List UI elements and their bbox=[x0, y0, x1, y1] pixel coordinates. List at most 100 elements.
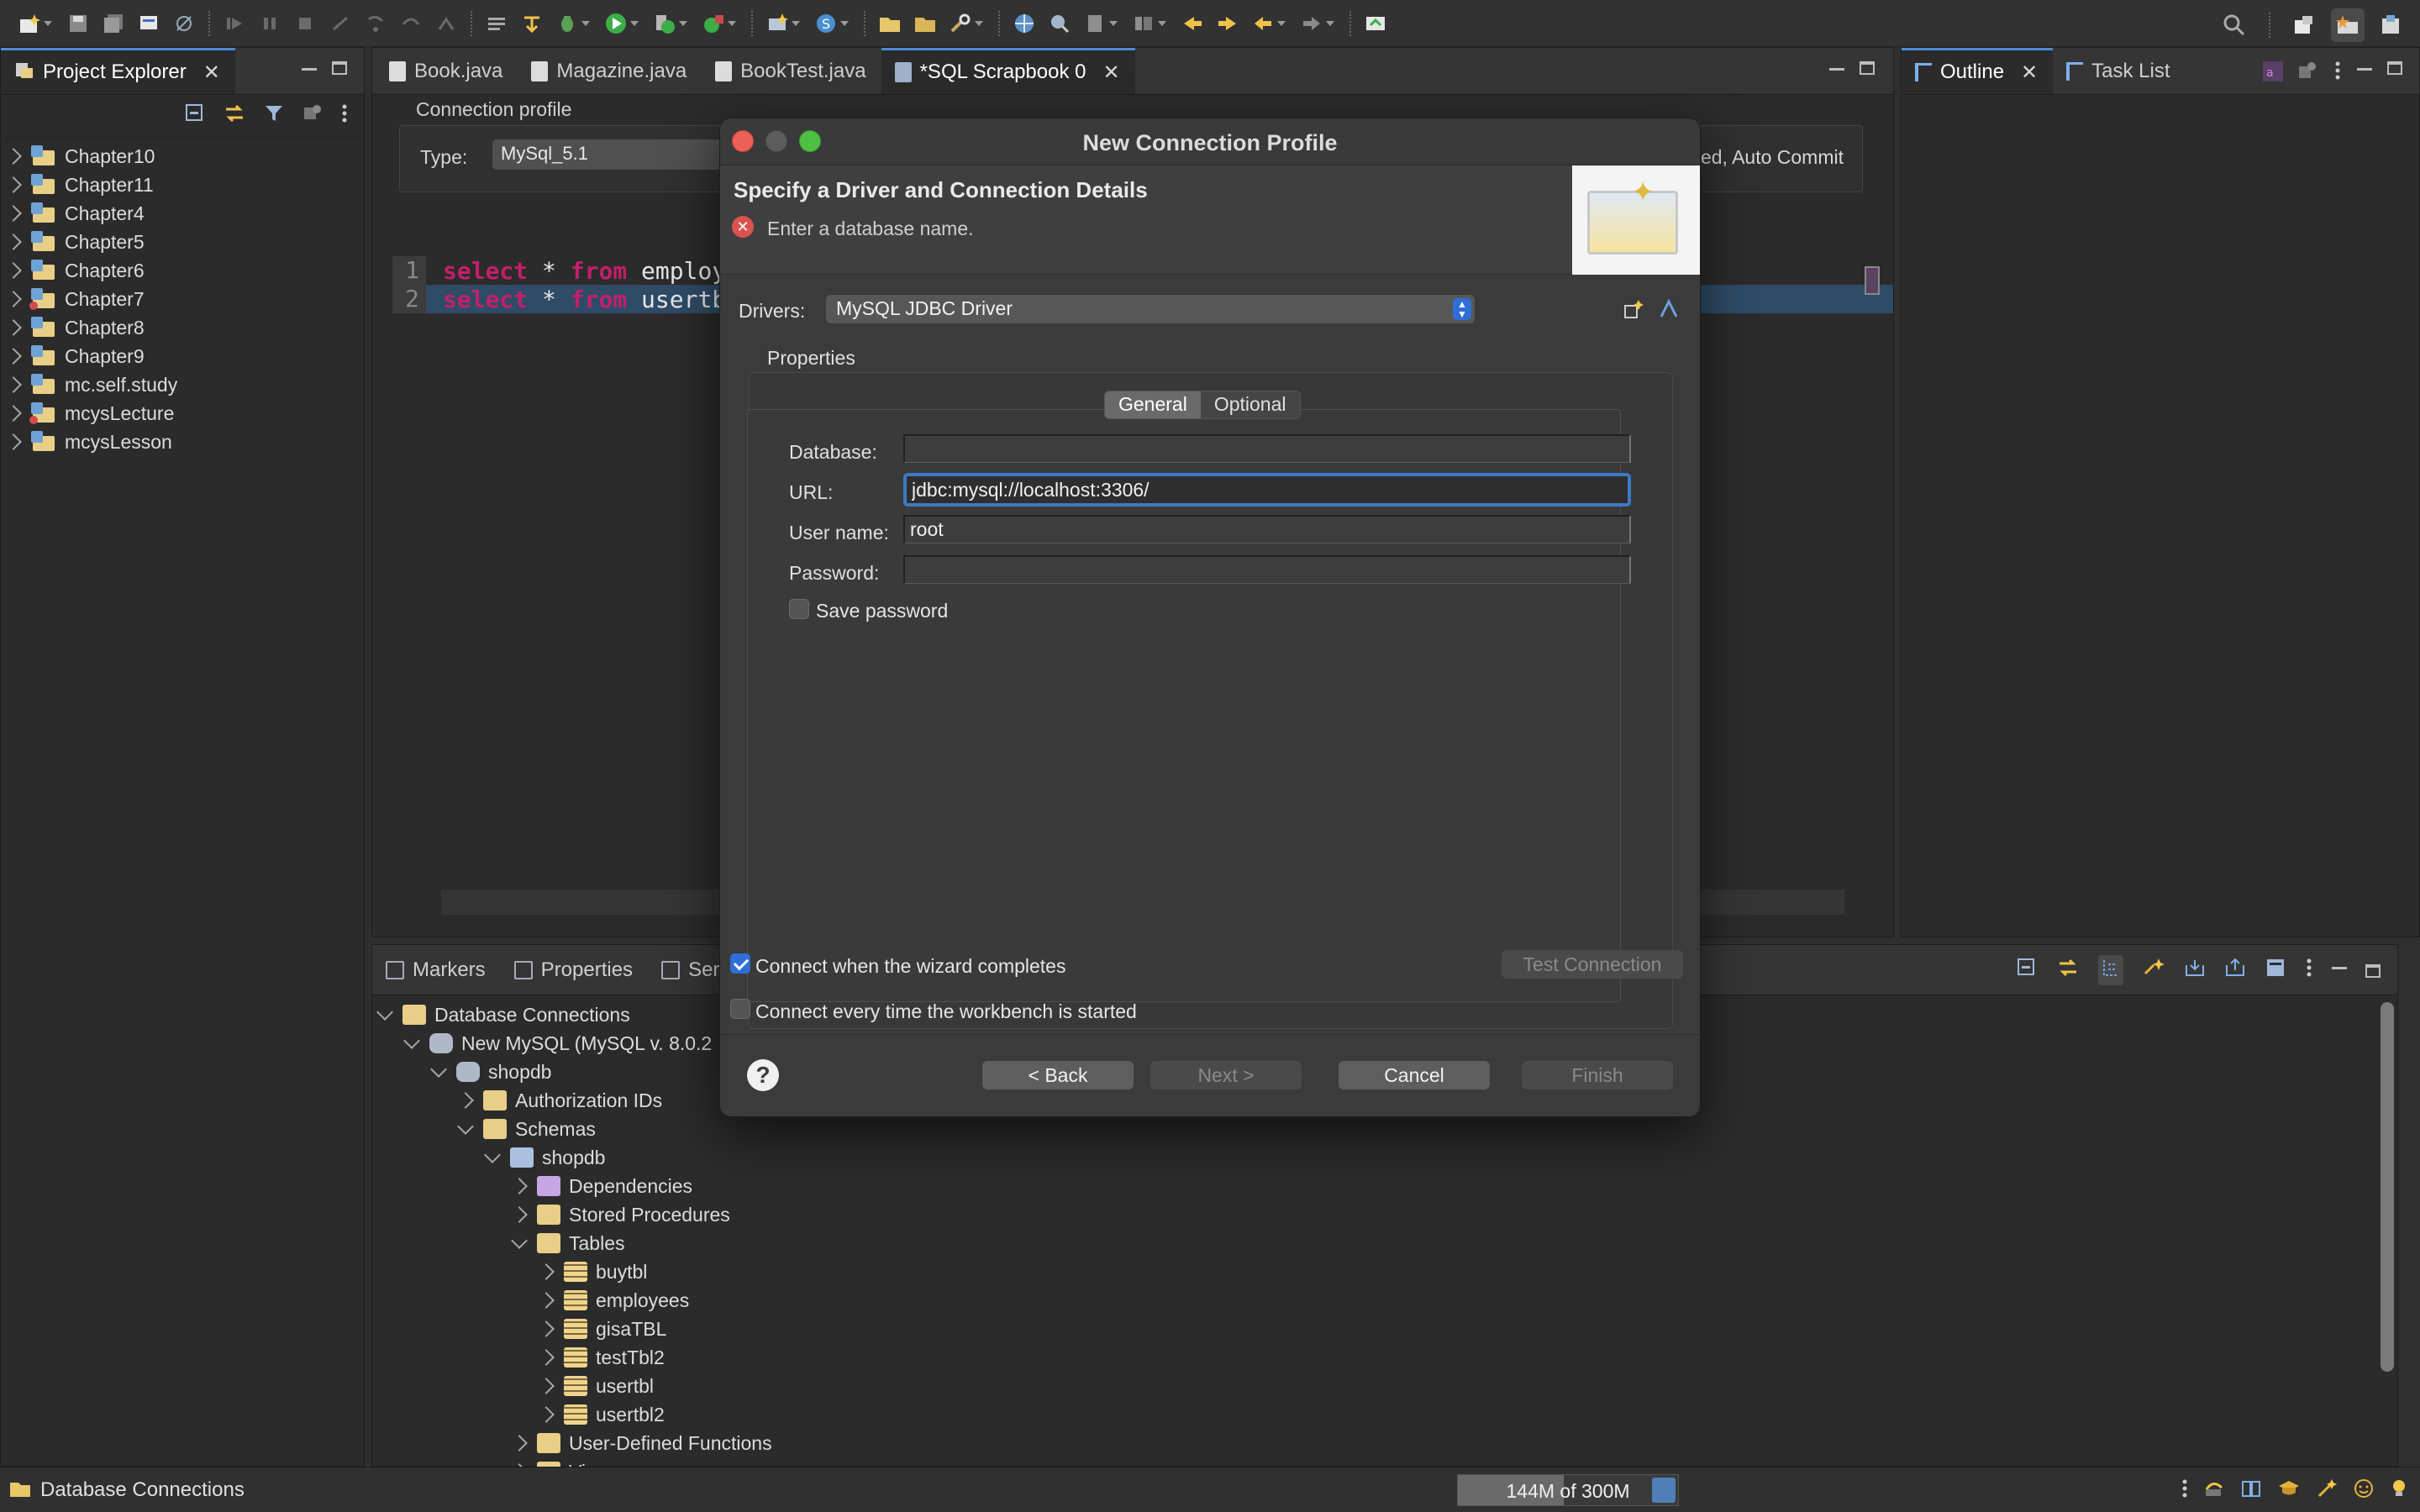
annotation-icon[interactable] bbox=[1131, 11, 1156, 36]
tree-node[interactable]: usertbl bbox=[372, 1372, 2372, 1400]
tree-node[interactable]: buytbl bbox=[372, 1257, 2372, 1286]
chevron-right-icon[interactable] bbox=[538, 1406, 555, 1423]
chevron-right-icon[interactable] bbox=[5, 148, 22, 165]
edit-driver-icon[interactable] bbox=[1658, 298, 1680, 320]
url-field[interactable] bbox=[903, 473, 1631, 507]
filter-icon[interactable] bbox=[263, 102, 285, 129]
java-perspective-icon[interactable] bbox=[2375, 8, 2408, 42]
open-console-icon[interactable] bbox=[136, 11, 161, 36]
focus-icon[interactable] bbox=[302, 102, 324, 129]
chevron-right-icon[interactable] bbox=[5, 262, 22, 279]
skip-breakpoints-icon[interactable] bbox=[171, 11, 197, 36]
columns-icon[interactable] bbox=[2265, 957, 2286, 984]
tree-node[interactable]: testTbl2 bbox=[372, 1343, 2372, 1372]
outline-menu-icon[interactable] bbox=[2333, 60, 2342, 88]
new-dropdown[interactable] bbox=[44, 20, 52, 26]
database-field[interactable] bbox=[903, 434, 1631, 463]
connect-on-startup-checkbox[interactable] bbox=[730, 999, 750, 1019]
project-item[interactable]: Chapter10 bbox=[1, 142, 364, 171]
back-button[interactable]: < Back bbox=[982, 1061, 1134, 1089]
prev-annotation-icon[interactable] bbox=[1180, 11, 1205, 36]
bottom-tab[interactable]: Properties bbox=[501, 945, 648, 995]
project-item[interactable]: mcysLecture bbox=[1, 399, 364, 428]
next-button[interactable]: Next > bbox=[1150, 1061, 1302, 1089]
run-icon[interactable] bbox=[603, 11, 629, 36]
tutorial-icon[interactable] bbox=[2277, 1478, 2301, 1504]
tab-project-explorer[interactable]: Project Explorer ✕ bbox=[1, 48, 235, 94]
project-item[interactable]: Chapter9 bbox=[1, 342, 364, 370]
external-tools-dropdown[interactable] bbox=[728, 20, 736, 26]
close-icon[interactable]: ✕ bbox=[2021, 60, 2038, 85]
tip-icon[interactable] bbox=[2390, 1478, 2408, 1504]
project-item[interactable]: Chapter8 bbox=[1, 313, 364, 342]
maximize-icon[interactable] bbox=[1860, 61, 1875, 75]
flat-layout-icon[interactable] bbox=[2098, 955, 2123, 985]
disconnect-icon[interactable] bbox=[328, 11, 353, 36]
new-server-dropdown[interactable] bbox=[792, 20, 800, 26]
chevron-right-icon[interactable] bbox=[5, 319, 22, 336]
chevron-right-icon[interactable] bbox=[5, 348, 22, 365]
tree-node[interactable]: Tables bbox=[372, 1229, 2372, 1257]
tab-optional[interactable]: Optional bbox=[1200, 391, 1300, 418]
test-connection-button[interactable]: Test Connection bbox=[1502, 950, 1683, 979]
debug-icon[interactable] bbox=[555, 11, 580, 36]
connect-on-finish-checkbox[interactable] bbox=[730, 953, 750, 974]
new-server-icon[interactable] bbox=[765, 11, 790, 36]
web-service-dropdown[interactable] bbox=[840, 20, 849, 26]
chevron-right-icon[interactable] bbox=[511, 1206, 528, 1223]
drivers-select[interactable]: MySQL JDBC Driver ▲ ▼ bbox=[826, 295, 1475, 323]
close-icon[interactable]: ✕ bbox=[1103, 60, 1120, 85]
tree-node[interactable]: gisaTBL bbox=[372, 1315, 2372, 1343]
cancel-button[interactable]: Cancel bbox=[1339, 1061, 1490, 1089]
chevron-right-icon[interactable] bbox=[5, 405, 22, 422]
editor-tab[interactable]: *SQL Scrapbook 0 ✕ bbox=[881, 48, 1135, 94]
resume-icon[interactable] bbox=[222, 11, 247, 36]
search-tool-icon[interactable] bbox=[948, 11, 973, 36]
back-dropdown[interactable] bbox=[1277, 20, 1286, 26]
editor-tab[interactable]: Book.java bbox=[376, 48, 518, 94]
project-item[interactable]: Chapter6 bbox=[1, 256, 364, 285]
toggle-breadcrumb-icon[interactable] bbox=[484, 11, 509, 36]
chevron-right-icon[interactable] bbox=[538, 1292, 555, 1309]
chevron-right-icon[interactable] bbox=[5, 291, 22, 307]
run-dropdown[interactable] bbox=[630, 20, 639, 26]
chevron-right-icon[interactable] bbox=[457, 1092, 474, 1109]
chevron-right-icon[interactable] bbox=[538, 1320, 555, 1337]
vertical-scrollbar[interactable] bbox=[2381, 1002, 2394, 1372]
web-browser-icon[interactable] bbox=[1012, 11, 1037, 36]
maximize-icon[interactable] bbox=[2365, 964, 2381, 978]
new-connection-icon[interactable] bbox=[2142, 957, 2165, 984]
search-dropdown[interactable] bbox=[975, 20, 983, 26]
chevron-down-icon[interactable] bbox=[511, 1232, 528, 1249]
chevron-down-icon[interactable] bbox=[430, 1061, 447, 1078]
open-folder-icon[interactable] bbox=[877, 11, 902, 36]
save-password-checkbox[interactable] bbox=[789, 599, 809, 619]
open-task-icon[interactable] bbox=[1363, 11, 1388, 36]
chevron-right-icon[interactable] bbox=[5, 234, 22, 250]
step-over-icon[interactable] bbox=[398, 11, 424, 36]
help-icon[interactable]: ? bbox=[747, 1059, 779, 1091]
export-icon[interactable] bbox=[2224, 957, 2246, 984]
coverage-icon[interactable] bbox=[652, 11, 677, 36]
last-edit-icon[interactable] bbox=[1082, 11, 1107, 36]
chevron-right-icon[interactable] bbox=[5, 376, 22, 393]
chevron-right-icon[interactable] bbox=[5, 433, 22, 450]
password-field[interactable] bbox=[903, 555, 1631, 584]
type-combo[interactable]: MySql_5.1 bbox=[492, 139, 744, 170]
tree-node[interactable]: employees bbox=[372, 1286, 2372, 1315]
chevron-down-icon[interactable] bbox=[403, 1032, 420, 1049]
chevron-right-icon[interactable] bbox=[5, 176, 22, 193]
tree-node[interactable]: User-Defined Functions bbox=[372, 1429, 2372, 1457]
open-type-icon[interactable] bbox=[1047, 11, 1072, 36]
view-menu-icon[interactable] bbox=[2305, 957, 2313, 984]
editor-tab[interactable]: BookTest.java bbox=[702, 48, 881, 94]
java-ee-perspective-icon[interactable] bbox=[2331, 8, 2365, 42]
forward-dropdown[interactable] bbox=[1326, 20, 1334, 26]
outline-tab[interactable]: Task List bbox=[2053, 48, 2185, 94]
chevron-down-icon[interactable] bbox=[484, 1147, 501, 1163]
collapse-all-icon[interactable] bbox=[2016, 957, 2038, 984]
minimize-icon[interactable] bbox=[2357, 68, 2372, 71]
bottom-tab[interactable]: Markers bbox=[372, 945, 501, 995]
open-perspective-icon[interactable] bbox=[2287, 8, 2321, 42]
finish-button[interactable]: Finish bbox=[1522, 1061, 1673, 1089]
